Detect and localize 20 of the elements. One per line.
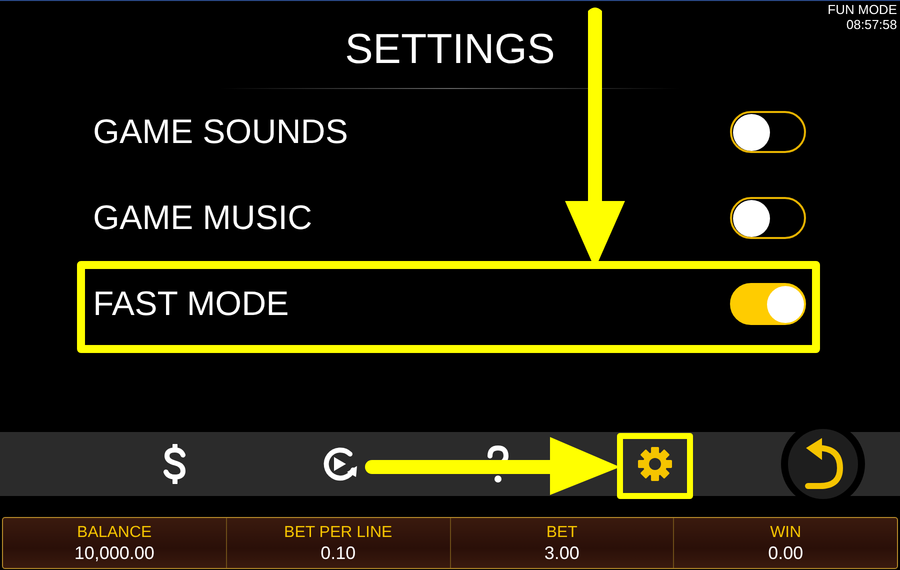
info-label: BET PER LINE xyxy=(284,522,392,542)
info-value: 0.10 xyxy=(320,542,356,564)
info-value: 0.00 xyxy=(768,542,804,564)
settings-icon[interactable] xyxy=(635,444,675,484)
toggle-switch[interactable] xyxy=(730,283,806,325)
setting-label: FAST MODE xyxy=(93,284,290,324)
info-label: WIN xyxy=(770,522,802,542)
setting-label: GAME SOUNDS xyxy=(93,112,350,152)
info-label: BALANCE xyxy=(77,522,152,542)
info-value: 3.00 xyxy=(544,542,580,564)
help-icon[interactable] xyxy=(485,444,511,484)
info-value: 10,000.00 xyxy=(74,542,154,564)
mode-label: FUN MODE xyxy=(828,2,897,17)
info-label: BET xyxy=(546,522,578,542)
clock-time: 08:57:58 xyxy=(846,17,897,32)
setting-label: GAME MUSIC xyxy=(93,198,314,238)
settings-title: SETTINGS xyxy=(344,24,556,74)
toggle-switch[interactable] xyxy=(730,197,806,239)
toggle-switch[interactable] xyxy=(730,111,806,153)
dollar-icon[interactable] xyxy=(162,444,188,484)
